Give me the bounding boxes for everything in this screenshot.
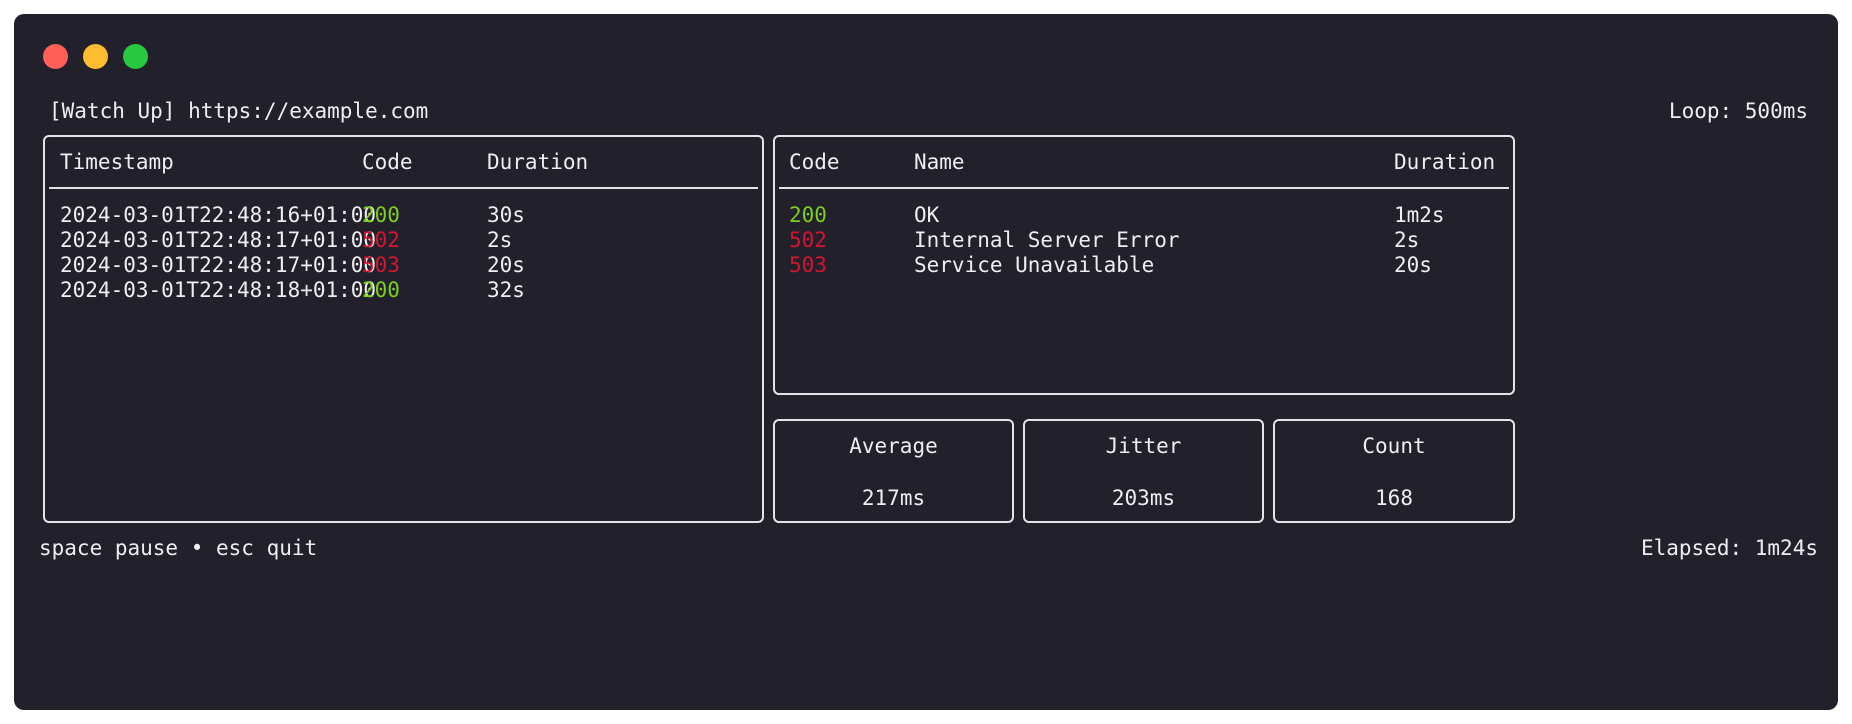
- jitter-label: Jitter: [1105, 434, 1182, 458]
- log-header-code: Code: [362, 150, 413, 174]
- average-card: Average 217ms: [773, 419, 1014, 523]
- summary-name: Service Unavailable: [914, 253, 1155, 277]
- summary-duration: 1m2s: [1394, 203, 1445, 227]
- log-duration: 32s: [487, 278, 525, 302]
- summary-code: 502: [789, 228, 827, 252]
- loop-interval: Loop: 500ms: [1668, 99, 1808, 123]
- summary-name: Internal Server Error: [914, 228, 1180, 252]
- average-value: 217ms: [861, 486, 926, 510]
- log-timestamp: 2024-03-01T22:48:18+01:00: [60, 278, 377, 302]
- log-code: 502: [362, 228, 400, 252]
- request-log-panel: [43, 135, 764, 523]
- terminal-window: [Watch Up] https://example.com Loop: 500…: [14, 14, 1838, 710]
- summary-duration: 20s: [1394, 253, 1432, 277]
- elapsed-time: Elapsed: 1m24s: [1640, 536, 1818, 560]
- summary-header-name: Name: [914, 150, 965, 174]
- app-title: [Watch Up] https://example.com: [49, 99, 429, 123]
- summary-code: 503: [789, 253, 827, 277]
- summary-header-divider: [779, 187, 1509, 189]
- summary-duration: 2s: [1394, 228, 1420, 252]
- jitter-card: Jitter 203ms: [1023, 419, 1264, 523]
- close-window-button[interactable]: [43, 44, 68, 69]
- keyboard-help: space pause • esc quit: [39, 536, 318, 560]
- summary-header-code: Code: [789, 150, 840, 174]
- count-value: 168: [1375, 486, 1413, 510]
- log-header-duration: Duration: [487, 150, 589, 174]
- log-header-divider: [49, 187, 758, 189]
- minimize-window-button[interactable]: [83, 44, 108, 69]
- average-label: Average: [849, 434, 938, 458]
- log-code: 503: [362, 253, 400, 277]
- log-timestamp: 2024-03-01T22:48:17+01:00: [60, 253, 377, 277]
- log-code: 200: [362, 278, 400, 302]
- log-duration: 30s: [487, 203, 525, 227]
- log-duration: 20s: [487, 253, 525, 277]
- log-duration: 2s: [487, 228, 513, 252]
- count-card: Count 168: [1273, 419, 1515, 523]
- count-label: Count: [1362, 434, 1426, 458]
- log-timestamp: 2024-03-01T22:48:17+01:00: [60, 228, 377, 252]
- maximize-window-button[interactable]: [123, 44, 148, 69]
- log-header-timestamp: Timestamp: [60, 150, 174, 174]
- log-code: 200: [362, 203, 400, 227]
- log-timestamp: 2024-03-01T22:48:16+01:00: [60, 203, 377, 227]
- summary-code: 200: [789, 203, 827, 227]
- summary-name: OK: [914, 203, 940, 227]
- jitter-value: 203ms: [1111, 486, 1176, 510]
- summary-header-duration: Duration: [1394, 150, 1496, 174]
